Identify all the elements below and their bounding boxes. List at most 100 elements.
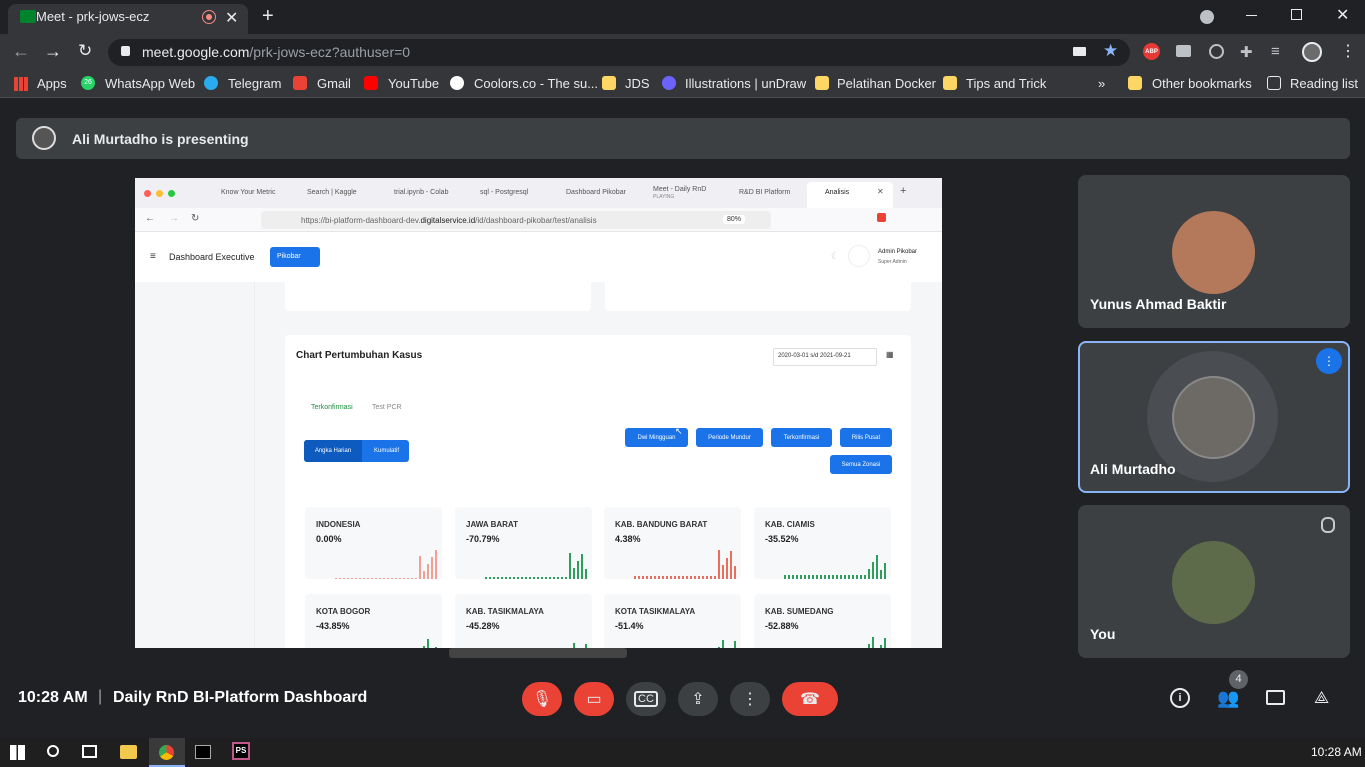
trend-card-title: KOTA BOGOR (316, 607, 371, 616)
sparkline-bar (431, 557, 433, 579)
meeting-time: 10:28 AM (18, 689, 88, 706)
speaking-indicator-icon: ⋮ (1316, 348, 1342, 374)
bookmark-jds[interactable]: JDS (625, 76, 650, 91)
sparkline-bar (545, 577, 547, 579)
sparkline-bar (577, 561, 579, 579)
people-icon[interactable]: 👥 (1217, 688, 1239, 709)
sparkline-chart (784, 632, 889, 648)
sparkline-bar (557, 577, 559, 579)
participant-name: Ali Murtadho (1090, 461, 1176, 477)
filter-rilis-pusat: Rilis Pusat (840, 428, 892, 447)
bookmark-undraw[interactable]: Illustrations | unDraw (685, 76, 806, 91)
sparkline-bar (872, 637, 874, 648)
chrome-menu-icon[interactable]: ⋮ (1340, 41, 1356, 61)
apps-grid-icon[interactable] (14, 77, 28, 91)
pikobar-dropdown: Pikobar (270, 247, 320, 267)
phpstorm-icon[interactable]: PS (232, 742, 250, 760)
info-icon[interactable]: i (1170, 688, 1190, 708)
camera-off-button[interactable]: ▭ (574, 682, 614, 716)
sparkline-bar (493, 577, 495, 579)
camera-icon[interactable] (1073, 47, 1086, 56)
folder-icon (943, 76, 957, 90)
sparkline-bar (710, 576, 712, 579)
sparkline-bar (638, 576, 640, 579)
media-control-icon[interactable]: ≡ (1271, 43, 1280, 60)
new-tab-icon[interactable]: + (262, 5, 274, 28)
url-text: meet.google.com/prk-jows-ecz?authuser=0 (142, 44, 410, 60)
search-icon[interactable] (47, 745, 59, 757)
file-explorer-icon[interactable] (120, 745, 137, 759)
sparkline-bar (804, 575, 806, 579)
sparkline-bar (784, 575, 786, 579)
date-range-input: 2020-03-01 s/d 2021-09-21 (773, 348, 877, 366)
sparkline-bar (375, 578, 377, 579)
inner-tab: sql - Postgresql (480, 189, 529, 196)
extensions-icon[interactable]: ✚ (1240, 43, 1253, 61)
window-close-icon[interactable]: ✕ (1336, 5, 1349, 25)
trend-card-title: KAB. TASIKMALAYA (466, 607, 544, 616)
sparkline-bar (521, 577, 523, 579)
sparkline-bar (840, 575, 842, 579)
bookmark-tips-and-trick[interactable]: Tips and Trick (966, 76, 1046, 91)
sparkline-bar (848, 575, 850, 579)
screenshot-extension-icon[interactable] (1176, 45, 1191, 57)
trend-card: KAB. TASIKMALAYA -45.28% (455, 594, 592, 648)
sparkline-bar (718, 550, 720, 579)
bookmark-reading-list[interactable]: Reading list (1290, 76, 1358, 91)
bookmark-whatsapp[interactable]: WhatsApp Web (105, 76, 195, 91)
trend-card-value: -52.88% (765, 621, 799, 631)
bookmark-pelatihan-docker[interactable]: Pelatihan Docker (837, 76, 936, 91)
present-button[interactable]: ⇪ (678, 682, 718, 716)
leave-call-button[interactable]: ☎ (782, 682, 838, 716)
bookmark-star-icon[interactable]: ★ (1103, 41, 1118, 61)
sparkline-bar (383, 578, 385, 579)
sparkline-bar (533, 577, 535, 579)
forward-icon[interactable]: → (44, 41, 62, 62)
restore-icon[interactable] (1291, 9, 1302, 20)
bookmark-gmail[interactable]: Gmail (317, 76, 351, 91)
adblock-icon[interactable]: ABP (1143, 43, 1160, 60)
task-view-icon[interactable] (82, 745, 97, 758)
bookmark-apps[interactable]: Apps (37, 76, 67, 91)
sparkline-bar (808, 575, 810, 579)
tab-close-icon[interactable]: ✕ (225, 8, 238, 28)
sparkline-bar (828, 575, 830, 579)
back-icon[interactable]: ← (12, 41, 30, 62)
activities-icon[interactable]: ⟁ (1314, 688, 1329, 708)
bookmarks-overflow-icon[interactable]: » (1098, 76, 1105, 91)
captions-icon: CC (634, 691, 658, 707)
sparkline-bar (423, 646, 425, 648)
sparkline-bar (670, 576, 672, 579)
bookmark-other[interactable]: Other bookmarks (1152, 76, 1252, 91)
reload-icon[interactable]: ↻ (78, 41, 92, 61)
mic-off-button[interactable]: 🎙 (522, 682, 562, 716)
sparkline-bar (485, 577, 487, 579)
bookmark-youtube[interactable]: YouTube (388, 76, 439, 91)
sparkline-bar (561, 577, 563, 579)
record-extension-icon[interactable] (1209, 44, 1224, 59)
chat-icon[interactable] (1266, 690, 1285, 705)
sparkline-bar (355, 578, 357, 579)
url-host: meet.google.com (142, 44, 250, 60)
bookmark-coolors[interactable]: Coolors.co - The su... (474, 76, 598, 91)
minimize-icon[interactable] (1246, 15, 1257, 16)
sparkline-chart (634, 545, 739, 579)
participant-name: You (1090, 626, 1116, 642)
windows-start-icon[interactable] (10, 745, 25, 760)
bookmark-telegram[interactable]: Telegram (228, 76, 281, 91)
sparkline-bar (880, 570, 882, 579)
sparkline-bar (666, 576, 668, 579)
sparkline-bar (884, 638, 886, 648)
profile-avatar[interactable] (1302, 42, 1322, 62)
terminal-icon[interactable] (195, 745, 211, 759)
sparkline-chart (485, 545, 590, 579)
more-options-button[interactable]: ⋮ (730, 682, 770, 716)
sparkline-bar (674, 576, 676, 579)
tab-search-icon[interactable] (1200, 10, 1214, 24)
inner-menu-icon: ≡ (150, 251, 156, 262)
toggle-cumulative: Kumulatif (373, 448, 399, 454)
inner-url-host: digitalservice.id (420, 216, 476, 225)
sparkline-chart (784, 545, 889, 579)
captions-button[interactable]: CC (626, 682, 666, 716)
sparkline-bar (852, 575, 854, 579)
